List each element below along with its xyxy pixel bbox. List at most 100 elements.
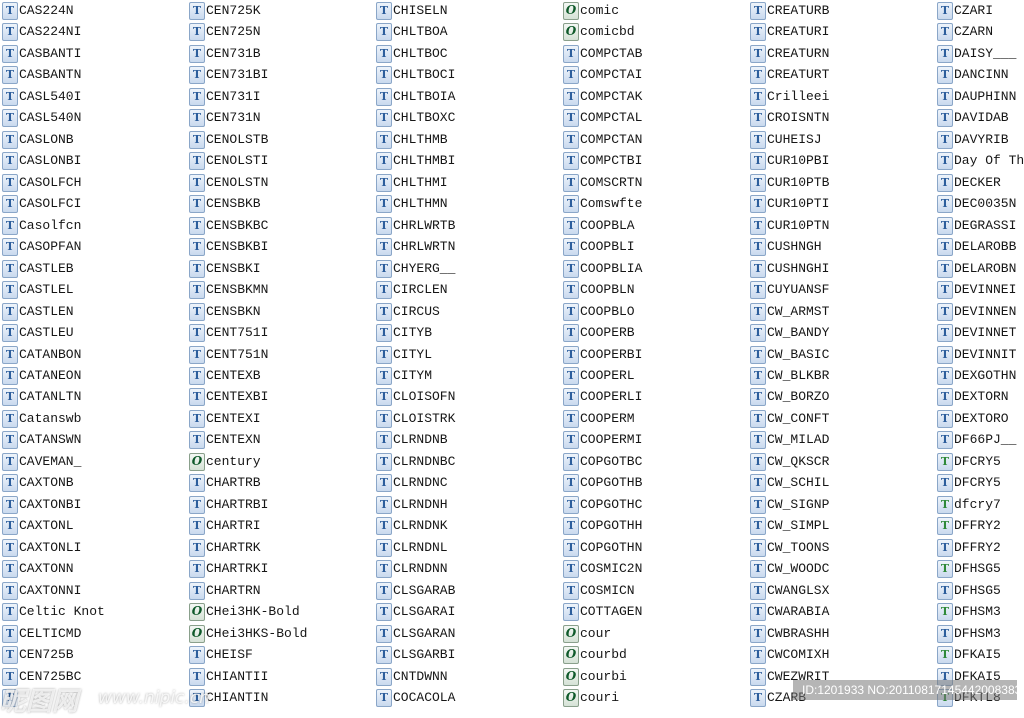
font-file-item[interactable]: T CASLONB [2, 130, 74, 150]
font-file-item[interactable]: T COOPERB [563, 323, 635, 343]
font-file-item[interactable]: T DELAROBB [937, 237, 1016, 257]
font-file-item[interactable]: T CW_SCHIL [750, 473, 829, 493]
font-file-item[interactable]: T CWANGLSX [750, 581, 829, 601]
font-file-item[interactable]: T CLRNDNK [376, 516, 448, 536]
font-file-item[interactable]: T CROISNTN [750, 108, 829, 128]
font-file-item[interactable]: T COOPBLN [563, 280, 635, 300]
font-file-item[interactable]: T CASTLEU [2, 323, 74, 343]
font-file-item[interactable]: T CEN725N [189, 22, 261, 42]
font-file-item[interactable]: T CUYUANSF [750, 280, 829, 300]
font-file-item[interactable]: T CWCOMIXH [750, 645, 829, 665]
font-file-item[interactable]: T CHARTRKI [189, 559, 268, 579]
font-file-item[interactable]: T DEXGOTHN [937, 366, 1016, 386]
font-file-item[interactable]: T CW_WOODC [750, 559, 829, 579]
font-file-item[interactable]: T CENSBKB [189, 194, 261, 214]
font-file-item[interactable]: T CHARTRI [189, 516, 261, 536]
font-file-item[interactable]: T CAS224NI [2, 22, 81, 42]
font-file-item[interactable]: T CASOPFAN [2, 237, 81, 257]
font-file-item[interactable]: T DFHSG5 [937, 581, 1001, 601]
font-file-item[interactable]: T CWARABIA [750, 602, 829, 622]
font-file-item[interactable]: T CEN731I [189, 87, 261, 107]
font-file-item[interactable]: T COMPCTAB [563, 44, 642, 64]
font-file-item[interactable]: T CEN731N [189, 108, 261, 128]
font-file-item[interactable]: T DECKER [937, 173, 1001, 193]
font-file-item[interactable]: T DEXTORO [937, 409, 1009, 429]
font-file-item[interactable]: T CENSBKN [189, 302, 261, 322]
font-file-item[interactable]: T CASTLEL [2, 280, 74, 300]
font-file-item[interactable]: T DFKAI5 [937, 645, 1001, 665]
font-file-item[interactable]: T DAUPHINN [937, 87, 1016, 107]
font-file-item[interactable]: T CLRNDNH [376, 495, 448, 515]
font-file-item[interactable]: T COOPBLO [563, 302, 635, 322]
font-file-item[interactable]: T CW_BLKBR [750, 366, 829, 386]
font-file-item[interactable]: T CUHEISJ [750, 130, 822, 150]
font-file-item[interactable]: T CIRCUS [376, 302, 440, 322]
font-file-item[interactable]: T COPGOTBC [563, 452, 642, 472]
font-file-item[interactable]: T CLSGARAB [376, 581, 455, 601]
font-file-item[interactable]: T CAXTONB [2, 473, 74, 493]
font-file-item[interactable]: T CASL540N [2, 108, 81, 128]
font-file-item[interactable]: T CASTLEN [2, 302, 74, 322]
font-file-item[interactable]: T CZARI [937, 1, 993, 21]
font-file-item[interactable]: T CITYB [376, 323, 432, 343]
font-file-item[interactable]: T COMPCTAN [563, 130, 642, 150]
font-file-item[interactable]: T COSMICN [563, 581, 635, 601]
font-file-item[interactable]: T DAISY___ [937, 44, 1016, 64]
font-file-item[interactable]: T CLRNDNBC [376, 452, 455, 472]
font-file-item[interactable]: T CAXTONN [2, 559, 74, 579]
font-file-item[interactable]: T Casolfcn [2, 216, 81, 236]
font-file-item[interactable]: T COMPCTAI [563, 65, 642, 85]
font-file-item[interactable]: T CATANEON [2, 366, 81, 386]
font-file-item[interactable]: T CLSGARAI [376, 602, 455, 622]
font-file-item[interactable]: Ocomic [563, 1, 619, 21]
font-file-item[interactable]: T DFHSM3 [937, 624, 1001, 644]
font-file-item[interactable]: T CWBRASHH [750, 624, 829, 644]
font-file-item[interactable]: T DEC0035N [937, 194, 1016, 214]
font-file-item[interactable]: T CENTEXBI [189, 387, 268, 407]
font-file-item[interactable]: Tdfcry7 [937, 495, 1001, 515]
font-file-item[interactable]: T CHLTHMI [376, 173, 448, 193]
font-file-item[interactable]: T COCACOLA [376, 688, 455, 708]
font-file-item[interactable]: T CHARTRK [189, 538, 261, 558]
font-file-item[interactable]: T CENOLSTI [189, 151, 268, 171]
font-file-item[interactable]: T DEXTORN [937, 387, 1009, 407]
font-file-item[interactable]: T DFFRY2 [937, 538, 1001, 558]
font-file-item[interactable]: T CHLTHMB [376, 130, 448, 150]
font-file-item[interactable]: T COTTAGEN [563, 602, 642, 622]
font-file-item[interactable]: T CAXTONLI [2, 538, 81, 558]
font-file-item[interactable]: T CHARTRN [189, 581, 261, 601]
font-file-item[interactable]: T COOPERMI [563, 430, 642, 450]
font-file-item[interactable]: T COPGOTHN [563, 538, 642, 558]
font-file-item[interactable]: T DANCINN [937, 65, 1009, 85]
font-file-item[interactable]: T COMPCTAK [563, 87, 642, 107]
font-file-item[interactable]: T CEN731B [189, 44, 261, 64]
font-file-item[interactable]: T COOPERL [563, 366, 635, 386]
font-file-item[interactable]: T CHIANTII [189, 667, 268, 687]
font-file-item[interactable]: T COPGOTHH [563, 516, 642, 536]
font-file-item[interactable]: T CELTICMD [2, 624, 81, 644]
font-file-item[interactable]: T CEN725K [189, 1, 261, 21]
font-file-item[interactable]: Ocourbd [563, 645, 627, 665]
font-file-item[interactable]: T CHRLWRTN [376, 237, 455, 257]
font-file-item[interactable]: T CASOLFCI [2, 194, 81, 214]
font-file-item[interactable]: T COMPCTBI [563, 151, 642, 171]
font-file-item[interactable]: T CLSGARAN [376, 624, 455, 644]
font-file-item[interactable]: Ocomicbd [563, 22, 635, 42]
font-file-item[interactable]: T CITYM [376, 366, 432, 386]
font-file-item[interactable]: T Crilleei [750, 87, 829, 107]
font-file-item[interactable]: T CAXTONL [2, 516, 74, 536]
font-file-item[interactable]: T CREATURT [750, 65, 829, 85]
font-file-item[interactable]: T CASOLFCH [2, 173, 81, 193]
font-file-item[interactable]: T Catanswb [2, 409, 81, 429]
font-file-item[interactable]: T CUR10PTI [750, 194, 829, 214]
font-file-item[interactable]: T CLRNDNB [376, 430, 448, 450]
font-file-item[interactable]: Ocentury [189, 452, 261, 472]
font-file-item[interactable]: T CUR10PTN [750, 216, 829, 236]
font-file-item[interactable]: T CHLTHMBI [376, 151, 455, 171]
font-file-item[interactable]: T DFFRY2 [937, 516, 1001, 536]
font-file-item[interactable]: T CASL540I [2, 87, 81, 107]
font-file-item[interactable]: T DEGRASSI [937, 216, 1016, 236]
font-file-item[interactable]: T CEN725B [2, 645, 74, 665]
font-file-item[interactable]: T COOPERM [563, 409, 635, 429]
font-file-item[interactable]: T CENSBKMN [189, 280, 268, 300]
